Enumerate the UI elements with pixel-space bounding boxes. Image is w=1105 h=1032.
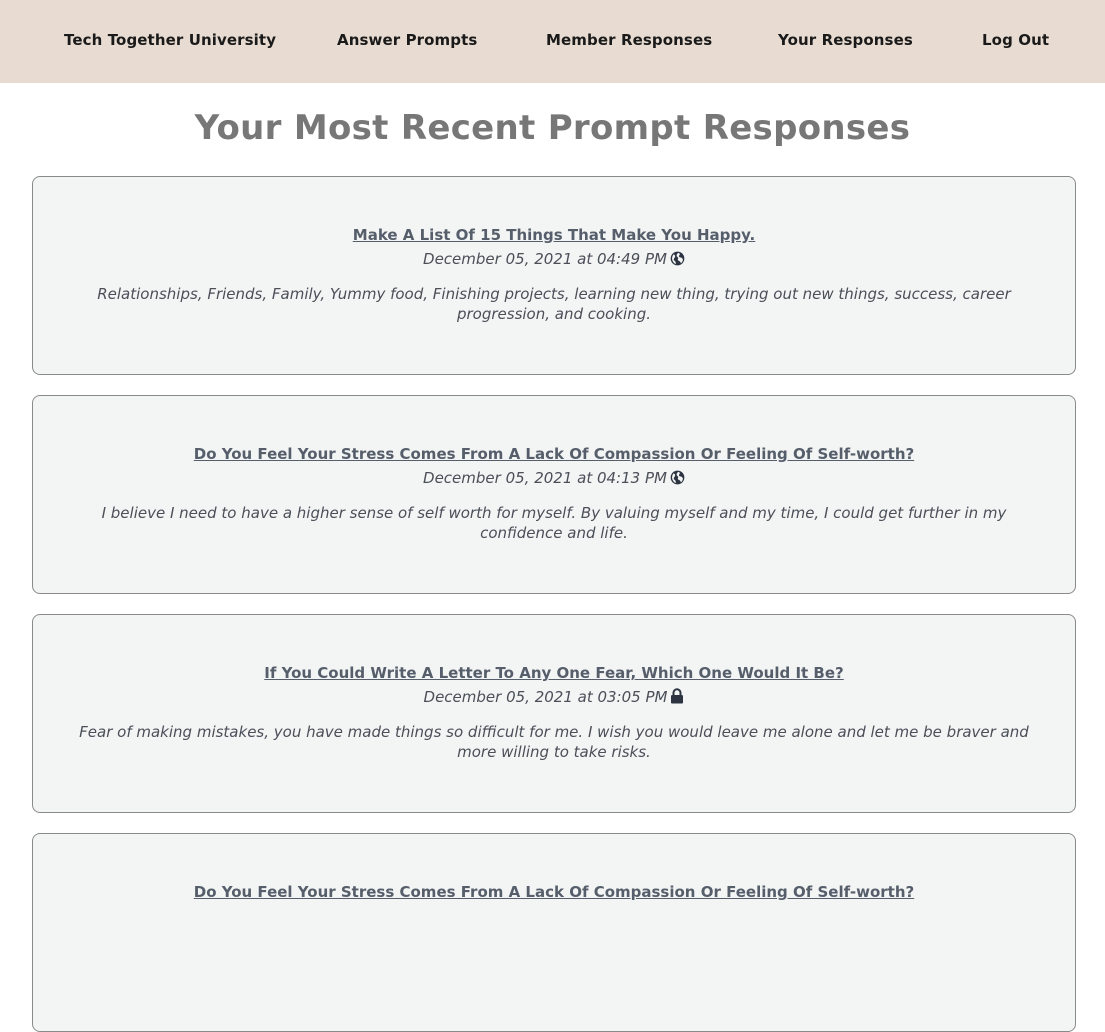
response-card: If You Could Write A Letter To Any One F… (32, 614, 1076, 813)
response-card: Make A List Of 15 Things That Make You H… (32, 176, 1076, 375)
response-date: December 05, 2021 at 03:05 PM (423, 688, 668, 706)
globe-icon (670, 470, 685, 485)
response-date-row: December 05, 2021 at 04:13 PM (33, 469, 1075, 487)
nav-member-responses-link[interactable]: Member Responses (546, 31, 712, 49)
globe-icon (670, 251, 685, 266)
nav-log-out-link[interactable]: Log Out (982, 31, 1049, 49)
response-body: Relationships, Friends, Family, Yummy fo… (97, 285, 1011, 323)
response-date-row: December 05, 2021 at 04:49 PM (33, 250, 1075, 268)
lock-icon (671, 688, 684, 704)
response-title-link[interactable]: If You Could Write A Letter To Any One F… (264, 664, 844, 682)
top-navbar: Tech Together University Answer Prompts … (0, 0, 1105, 83)
response-card: Do You Feel Your Stress Comes From A Lac… (32, 395, 1076, 594)
response-date: December 05, 2021 at 04:49 PM (423, 250, 667, 268)
nav-your-responses-link[interactable]: Your Responses (778, 31, 913, 49)
page-title: Your Most Recent Prompt Responses (194, 108, 911, 148)
response-date: December 05, 2021 at 04:13 PM (423, 469, 667, 487)
response-body: Fear of making mistakes, you have made t… (79, 723, 1029, 761)
nav-brand-link[interactable]: Tech Together University (64, 31, 276, 49)
response-body: I believe I need to have a higher sense … (101, 504, 1007, 542)
response-title-link[interactable]: Do You Feel Your Stress Comes From A Lac… (194, 445, 914, 463)
response-card: Do You Feel Your Stress Comes From A Lac… (32, 833, 1076, 1032)
response-title-link[interactable]: Make A List Of 15 Things That Make You H… (353, 226, 755, 244)
nav-answer-prompts-link[interactable]: Answer Prompts (337, 31, 477, 49)
response-date-row: December 05, 2021 at 03:05 PM (33, 688, 1075, 706)
response-title-link[interactable]: Do You Feel Your Stress Comes From A Lac… (194, 883, 914, 901)
